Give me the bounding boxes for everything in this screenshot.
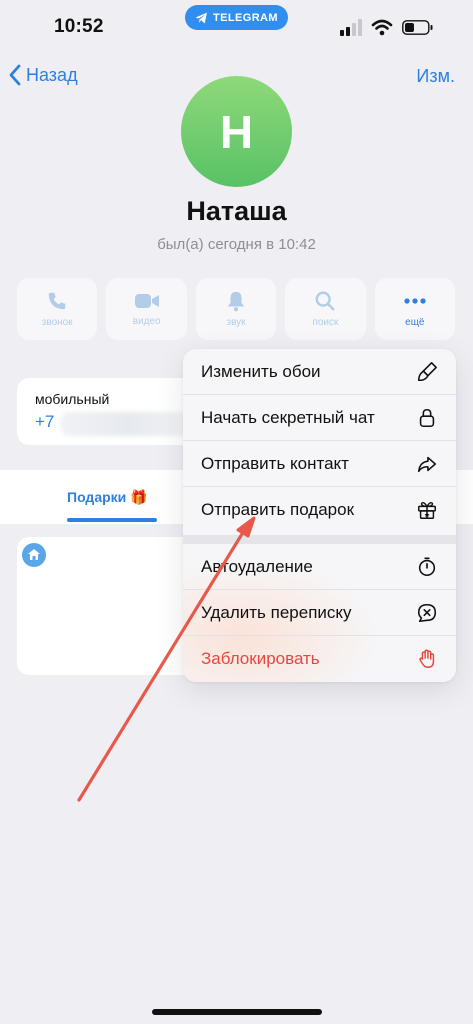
lock-icon xyxy=(416,407,438,429)
menu-item-send-gift[interactable]: Отправить подарок xyxy=(183,487,456,533)
menu-item-delete-chat[interactable]: Удалить переписку xyxy=(183,590,456,636)
contact-name: Наташа xyxy=(186,196,287,226)
search-button[interactable]: поиск xyxy=(285,278,366,340)
menu-item-change-wallpaper[interactable]: Изменить обои xyxy=(183,349,456,395)
call-button[interactable]: звонок xyxy=(17,278,98,340)
call-label: звонок xyxy=(41,317,73,328)
redacted-phone-digits xyxy=(61,412,197,436)
gift-badge-icon xyxy=(22,543,46,567)
cellular-signal-icon xyxy=(340,19,362,36)
menu-item-auto-delete[interactable]: Автоудаление xyxy=(183,544,456,590)
telegram-plane-icon xyxy=(195,12,207,23)
gift-sender-icon xyxy=(28,549,40,560)
phone-type-label: мобильный xyxy=(35,391,110,407)
hand-stop-icon xyxy=(416,648,438,670)
back-label: Назад xyxy=(26,64,78,85)
mute-label: звук xyxy=(226,317,246,328)
menu-item-block[interactable]: Заблокировать xyxy=(183,636,456,682)
menu-item-secret-chat[interactable]: Начать секретный чат xyxy=(183,395,456,441)
bell-icon xyxy=(227,291,245,312)
home-indicator[interactable] xyxy=(152,1009,322,1015)
paintbrush-icon xyxy=(416,361,438,383)
action-bar: звонок видео звук поиск ещё xyxy=(17,278,456,340)
menu-item-share-contact[interactable]: Отправить контакт xyxy=(183,441,456,487)
more-button[interactable]: ещё xyxy=(374,278,456,340)
search-icon xyxy=(315,291,335,311)
menu-item-label: Заблокировать xyxy=(201,649,320,668)
delete-chat-icon xyxy=(416,602,438,624)
search-label: поиск xyxy=(312,317,339,328)
menu-separator xyxy=(183,535,456,544)
gift-icon xyxy=(416,499,438,521)
menu-item-label: Изменить обои xyxy=(201,361,321,381)
chevron-left-icon xyxy=(9,64,21,86)
menu-item-label: Автоудаление xyxy=(201,556,313,576)
phone-icon xyxy=(48,292,66,310)
context-menu: Изменить обои Начать секретный чат Отпра… xyxy=(183,349,456,682)
wifi-icon xyxy=(371,19,393,36)
tab-active-indicator xyxy=(67,518,157,522)
mute-button[interactable]: звук xyxy=(195,278,277,340)
telegram-return-pill[interactable]: TELEGRAM xyxy=(185,5,288,30)
status-time: 10:52 xyxy=(54,16,104,37)
video-label: видео xyxy=(132,316,161,327)
share-arrow-icon xyxy=(416,453,438,475)
menu-item-label: Отправить контакт xyxy=(201,453,349,473)
phone-number[interactable]: +7 xyxy=(35,412,54,432)
video-camera-icon xyxy=(134,294,159,308)
menu-item-label: Отправить подарок xyxy=(201,500,355,519)
telegram-pill-label: TELEGRAM xyxy=(213,11,278,24)
battery-icon xyxy=(402,20,433,35)
timer-icon xyxy=(416,556,438,578)
last-seen-status: был(а) сегодня в 10:42 xyxy=(157,236,316,253)
menu-item-label: Начать секретный чат xyxy=(201,407,375,427)
more-label: ещё xyxy=(405,317,425,328)
menu-item-label: Удалить переписку xyxy=(201,602,352,622)
video-button[interactable]: видео xyxy=(106,278,187,340)
status-icons xyxy=(340,19,433,36)
more-dots-icon xyxy=(404,298,426,304)
edit-button[interactable]: Изм. xyxy=(416,66,455,87)
back-button[interactable]: Назад xyxy=(8,64,78,86)
tab-gifts[interactable]: Подарки 🎁 xyxy=(67,489,148,506)
avatar[interactable]: Н xyxy=(181,76,292,187)
